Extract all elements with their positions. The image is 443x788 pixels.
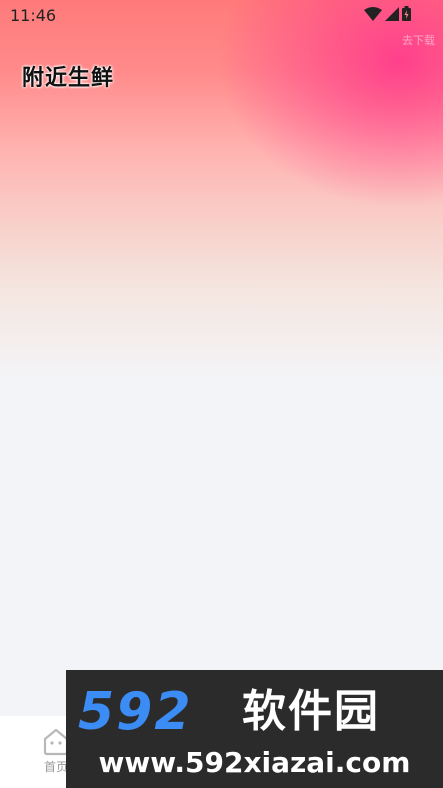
wifi-icon: [364, 6, 382, 21]
status-bar: 11:46: [0, 0, 443, 30]
watermark-brand-number: 592: [78, 682, 193, 742]
signal-icon: [385, 6, 399, 21]
status-time: 11:46: [10, 6, 57, 25]
watermark-banner: 592 软件园 www.592xiazai.com: [66, 670, 443, 788]
watermark-url: www.592xiazai.com: [98, 746, 411, 779]
page-title: 附近生鲜: [22, 66, 115, 91]
faint-download-text[interactable]: 去下载: [402, 32, 435, 48]
battery-icon: [402, 6, 411, 21]
status-icons: [364, 6, 411, 21]
watermark-brand-name: 软件园: [242, 686, 380, 737]
